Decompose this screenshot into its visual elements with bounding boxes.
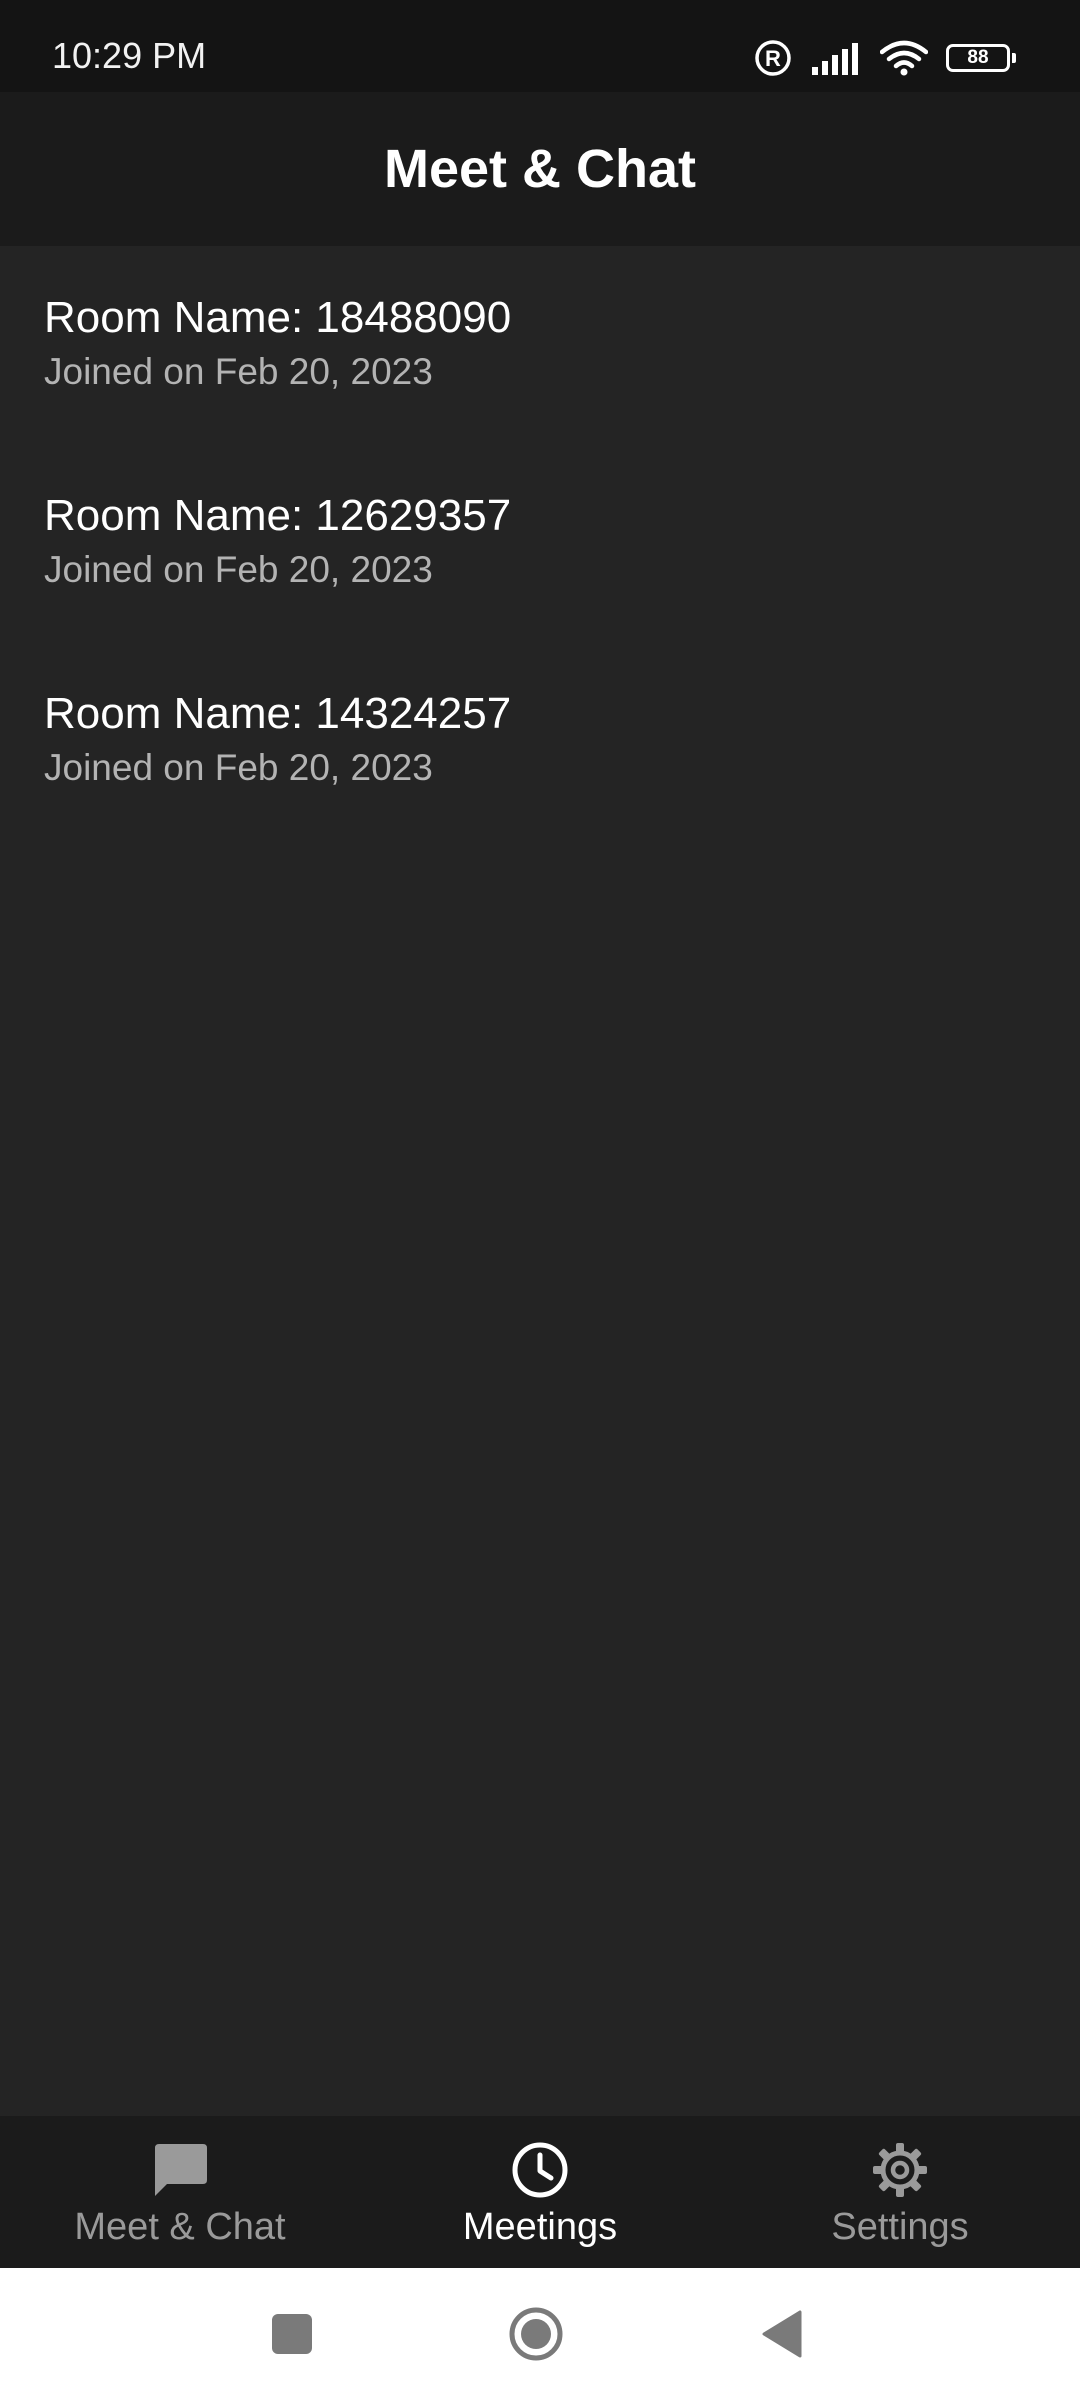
back-icon[interactable] — [752, 2304, 812, 2364]
room-list: Room Name: 18488090 Joined on Feb 20, 20… — [0, 246, 1080, 840]
recents-icon[interactable] — [262, 2304, 322, 2364]
signal-icon — [810, 41, 862, 75]
tab-meet-and-chat[interactable]: Meet & Chat — [0, 2116, 360, 2268]
gear-icon — [870, 2140, 930, 2200]
tab-label: Settings — [831, 2206, 969, 2248]
svg-text:R: R — [765, 46, 781, 71]
battery-icon: 88 — [946, 44, 1016, 72]
status-icons: R 88 — [754, 36, 1016, 80]
wifi-icon — [880, 40, 928, 76]
app-header: Meet & Chat — [0, 92, 1080, 246]
tab-label: Meet & Chat — [74, 2206, 286, 2248]
tab-settings[interactable]: Settings — [720, 2116, 1080, 2268]
page-title: Meet & Chat — [383, 139, 697, 199]
room-joined-date: Joined on Feb 20, 2023 — [44, 549, 433, 590]
room-joined-date: Joined on Feb 20, 2023 — [44, 351, 433, 392]
room-name: Room Name: 12629357 — [44, 491, 512, 540]
room-list-item[interactable]: Room Name: 12629357 Joined on Feb 20, 20… — [0, 444, 1080, 642]
room-name: Room Name: 14324257 — [44, 689, 512, 738]
status-bar: 10:29 PM R 88 — [0, 0, 1080, 92]
room-name: Room Name: 18488090 — [44, 293, 512, 342]
registered-icon: R — [754, 39, 792, 77]
system-navigation-bar — [0, 2268, 1080, 2400]
room-joined-date: Joined on Feb 20, 2023 — [44, 747, 433, 788]
clock-icon — [510, 2140, 570, 2200]
room-list-item[interactable]: Room Name: 14324257 Joined on Feb 20, 20… — [0, 642, 1080, 840]
status-time: 10:29 PM — [52, 35, 207, 76]
app-screen: 10:29 PM R 88 Meet & Chat Room Name: 184… — [0, 0, 1080, 2400]
tab-meetings[interactable]: Meetings — [360, 2116, 720, 2268]
bottom-navigation: Meet & Chat Meetings Settings — [0, 2116, 1080, 2268]
tab-label: Meetings — [462, 2206, 618, 2248]
room-list-item[interactable]: Room Name: 18488090 Joined on Feb 20, 20… — [0, 246, 1080, 444]
home-icon[interactable] — [506, 2304, 566, 2364]
chat-bubble-icon — [150, 2140, 210, 2200]
